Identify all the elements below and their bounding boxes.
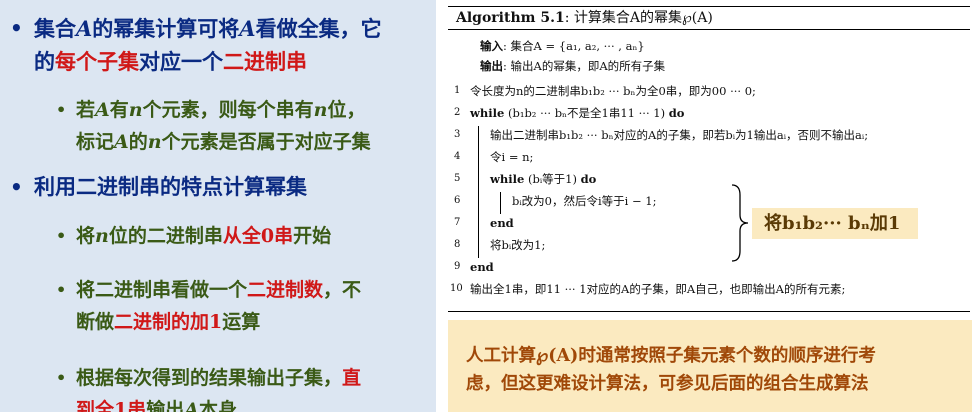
algorithm-output: 输出: 输出A的幂集，即A的所有子集	[480, 59, 666, 73]
sub-bullet-binary-add-one: • 将二进制串看做一个二进制数，不 断做二进制的加1运算	[8, 274, 426, 338]
increment-annotation: 将b₁b₂··· bₙ加1	[752, 208, 918, 239]
algo-line-10: 10 输出全1串，即11 ··· 1对应的A的子集，即A自己，也即输出A的所有元…	[450, 282, 846, 296]
bullet-dot-icon: •	[56, 368, 67, 387]
bullet-binary-string-method: • 利用二进制串的特点计算幂集	[8, 171, 426, 204]
bullet-dot-icon: •	[56, 100, 67, 119]
while-scope-bar-inner	[500, 192, 501, 214]
algorithm-input: 输入: 集合A = {a₁, a₂, ··· , aₙ}	[480, 39, 645, 53]
algorithm-box: Algorithm 5.1: 计算集合A的幂集℘(A) 输入: 集合A = {a…	[448, 6, 970, 312]
sub-bullet-start-zero: • 将n位的二进制串从全0串开始	[8, 220, 426, 252]
sub-bullet-n-bits: • 若A有n个元素，则每个串有n位， 标记A的n个元素是否属于对应子集	[8, 94, 426, 158]
algorithm-body: 输入: 集合A = {a₁, a₂, ··· , aₙ} 输出: 输出A的幂集，…	[448, 30, 970, 312]
bullet-dot-icon: •	[10, 16, 23, 40]
manual-computation-note: 人工计算℘(A)时通常按照子集元素个数的顺序进行考 虑，但这更难设计算法，可参见…	[448, 320, 972, 412]
algo-line-4: 4 令i = n;	[454, 150, 534, 164]
algo-line-1: 1 令长度为n的二进制串b₁b₂ ··· bₙ为全0串，即为00 ··· 0;	[454, 84, 756, 98]
bullet-powerset-as-universe: • 集合A的幂集计算可将A看做全集，它 的每个子集对应一个二进制串	[8, 12, 426, 79]
sub-bullet-output-until-ones: • 根据每次得到的结果输出子集，直 到全1串输出A本身	[8, 362, 426, 412]
algo-line-3: 3 输出二进制串b₁b₂ ··· bₙ对应的A的子集，即若bᵢ为1输出aᵢ，否则…	[454, 128, 869, 142]
algorithm-lines: 1 令长度为n的二进制串b₁b₂ ··· bₙ为全0串，即为00 ··· 0; …	[448, 80, 970, 300]
algorithm-title: Algorithm 5.1: 计算集合A的幂集℘(A)	[448, 6, 970, 30]
slide-bullet-panel: • 集合A的幂集计算可将A看做全集，它 的每个子集对应一个二进制串 • 若A有n…	[0, 0, 436, 412]
bullet-dot-icon: •	[10, 175, 23, 199]
algo-line-5: 5 while (bᵢ等于1) do	[454, 172, 597, 186]
algo-line-2: 2 while (b₁b₂ ··· bₙ不是全1串11 ··· 1) do	[454, 106, 685, 120]
curly-brace-icon	[731, 184, 749, 262]
bullet-dot-icon: •	[56, 280, 67, 299]
algo-line-9: 9 end	[454, 260, 494, 274]
while-scope-bar-outer	[478, 126, 479, 258]
bullet-dot-icon: •	[56, 226, 67, 245]
